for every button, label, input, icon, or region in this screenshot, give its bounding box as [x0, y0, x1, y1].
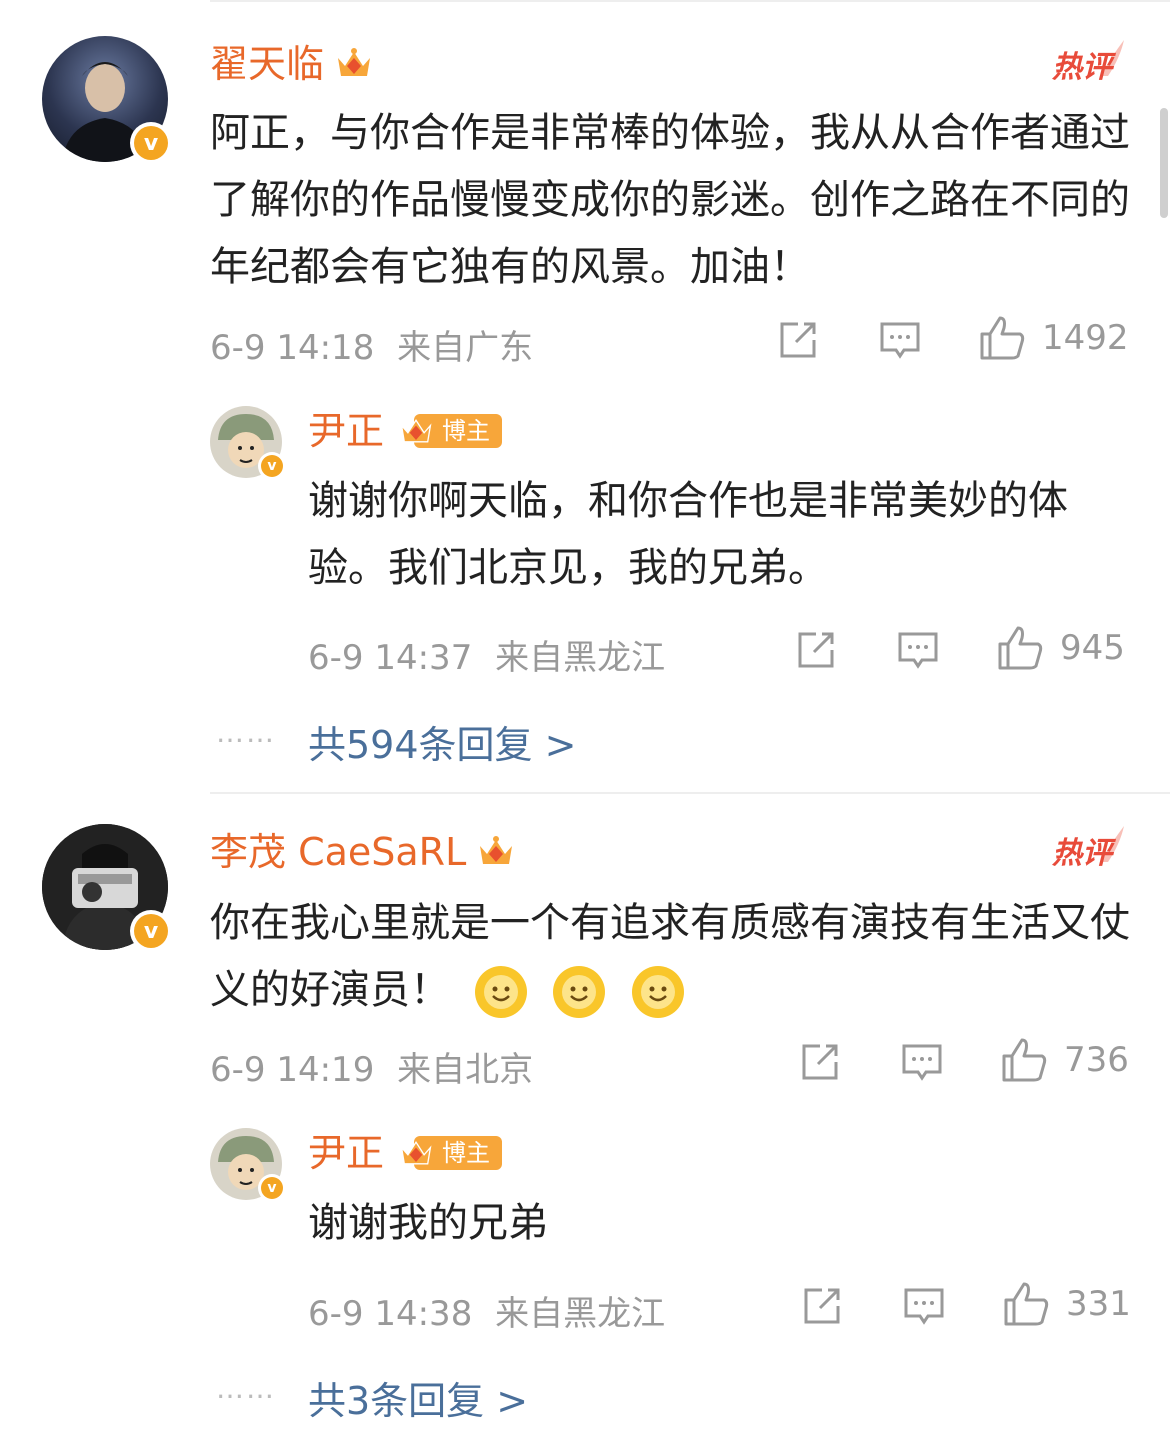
reply-author[interactable]: 尹正 博主 [308, 412, 503, 450]
comment-meta: 6-9 14:18 来自广东 [210, 320, 533, 369]
like-button[interactable]: 736 [1000, 1036, 1129, 1084]
reply-text: 谢谢你啊天临，和你合作也是非常美妙的体验。我们北京见，我的兄弟。 [308, 478, 1068, 591]
reply-time: 6-9 14:38 [308, 1294, 473, 1334]
smile-emoji-icon [474, 966, 527, 1018]
comment-button[interactable] [902, 1284, 946, 1328]
reply-meta: 6-9 14:37 来自黑龙江 [308, 630, 665, 679]
comment-icon [898, 632, 938, 669]
share-button[interactable] [800, 1284, 844, 1328]
share-icon [802, 1044, 838, 1080]
comment-button[interactable] [878, 318, 922, 362]
scrollbar[interactable] [1160, 108, 1168, 218]
comment-text: 你在我心里就是一个有追求有质感有演技有生活又仗义的好演员！ [210, 890, 1130, 1024]
reply-location: 来自黑龙江 [495, 638, 666, 678]
blogger-badge: 博主 [398, 1134, 503, 1172]
comment-button[interactable] [896, 628, 940, 672]
like-button[interactable]: 945 [996, 624, 1125, 672]
comment-button[interactable] [900, 1040, 944, 1084]
more-dots: …… [216, 1372, 276, 1405]
comment-author[interactable]: 翟天临 [210, 44, 374, 84]
verified-icon: v [258, 452, 286, 480]
like-icon [998, 626, 1043, 670]
reply-avatar[interactable]: v [210, 406, 286, 480]
like-icon [980, 316, 1025, 360]
comment-icon [904, 1288, 944, 1325]
smile-emoji-icon [553, 966, 606, 1018]
more-replies-link[interactable]: 共594条回复 > [308, 714, 576, 769]
comment-time: 6-9 14:18 [210, 328, 375, 368]
like-count: 945 [1060, 628, 1125, 668]
like-count: 736 [1064, 1040, 1129, 1080]
more-replies-link[interactable]: 共3条回复 > [308, 1370, 528, 1425]
like-count: 331 [1066, 1284, 1131, 1324]
share-button[interactable] [776, 318, 820, 362]
reply-avatar[interactable]: v [210, 1128, 286, 1202]
hot-comment-badge: 热评 [1050, 822, 1130, 872]
verified-icon: v [258, 1174, 286, 1202]
comment-meta: 6-9 14:19 来自北京 [210, 1042, 533, 1091]
reply-text: 谢谢我的兄弟 [308, 1200, 548, 1246]
like-icon [1004, 1282, 1049, 1326]
comment-location: 来自北京 [397, 1050, 534, 1090]
crown-icon [480, 836, 513, 864]
comment-time: 6-9 14:19 [210, 1050, 375, 1090]
reply-time: 6-9 14:37 [308, 638, 473, 678]
comment-text: 阿正，与你合作是非常棒的体验，我从从合作者通过了解你的作品慢慢变成你的影迷。创作… [210, 110, 1130, 290]
more-dots: …… [216, 716, 276, 749]
reply-location: 来自黑龙江 [495, 1294, 666, 1334]
hot-comment-badge: 热评 [1050, 36, 1130, 86]
share-button[interactable] [798, 1040, 842, 1084]
comment-icon [902, 1044, 942, 1081]
crown-icon [338, 48, 371, 76]
comment-divider [210, 792, 1170, 794]
reply-author[interactable]: 尹正 博主 [308, 1134, 503, 1172]
verified-icon: v [130, 122, 172, 164]
like-button[interactable]: 1492 [978, 314, 1129, 362]
share-button[interactable] [794, 628, 838, 672]
reply-meta: 6-9 14:38 来自黑龙江 [308, 1286, 665, 1335]
comment-location: 来自广东 [397, 328, 534, 368]
comment-icon [880, 322, 920, 359]
share-icon [780, 322, 816, 358]
like-count: 1492 [1042, 318, 1129, 358]
share-icon [804, 1288, 840, 1324]
avatar[interactable]: v [42, 824, 172, 952]
verified-icon: v [130, 910, 172, 952]
comment-author[interactable]: 李茂 CaeSaRL [210, 832, 516, 872]
smile-emoji-icon [632, 966, 685, 1018]
avatar[interactable]: v [42, 36, 172, 164]
top-divider [210, 0, 1170, 2]
like-icon [1002, 1038, 1047, 1082]
like-button[interactable]: 331 [1002, 1280, 1131, 1328]
share-icon [798, 632, 834, 668]
blogger-badge: 博主 [398, 412, 503, 450]
